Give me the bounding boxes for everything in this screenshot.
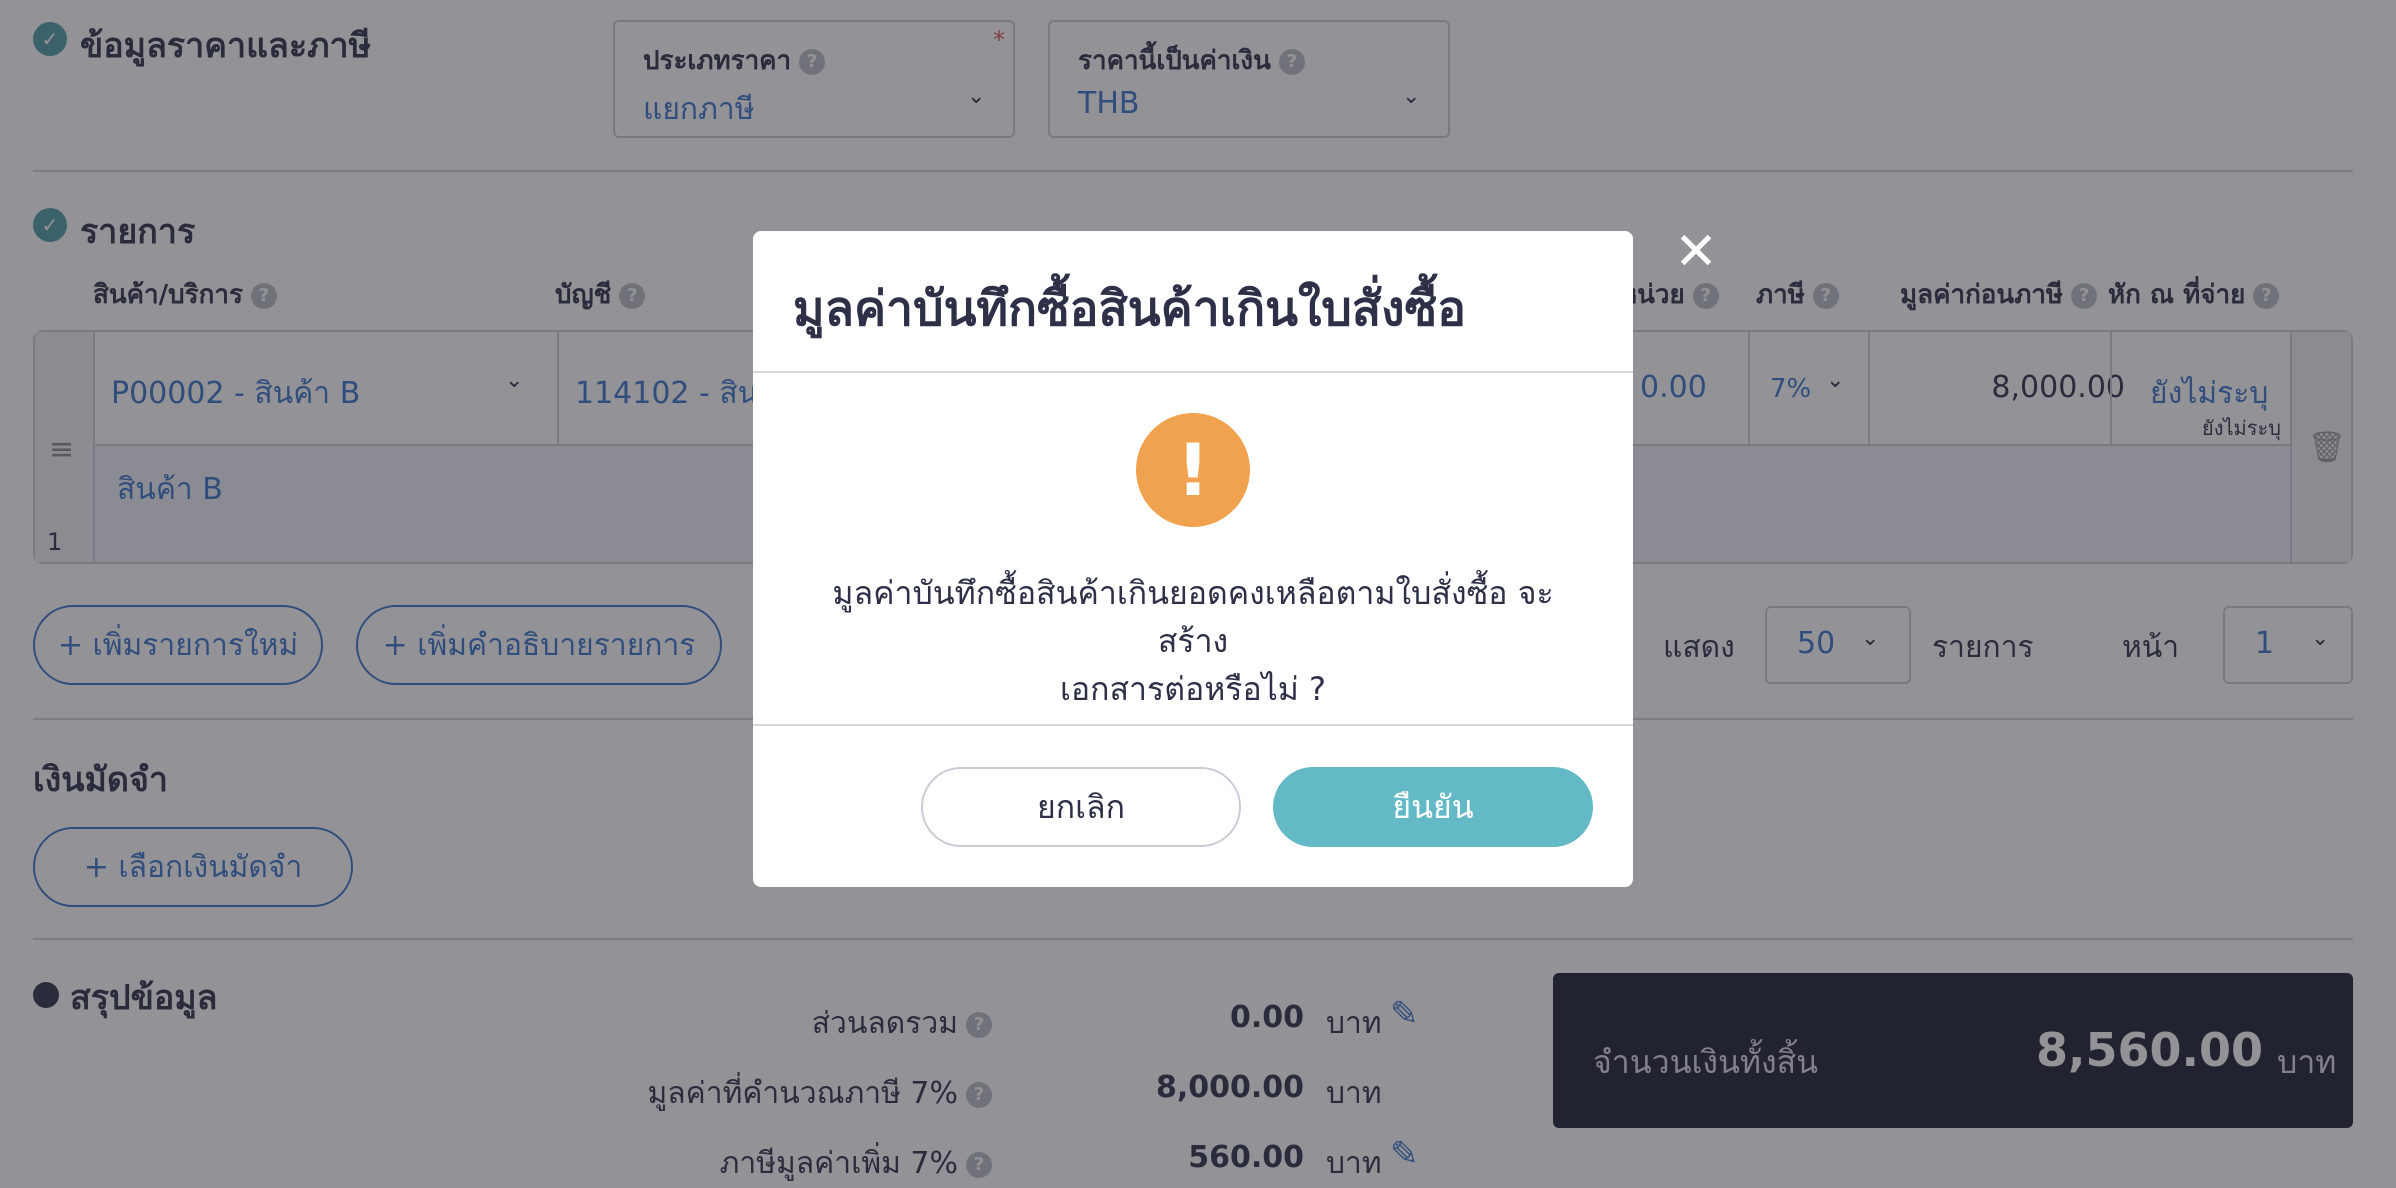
dialog-title: มูลค่าบันทึกซื้อสินค้าเกินใบสั่งซื้อ [793, 281, 1467, 337]
warning-icon: ! [1136, 413, 1250, 527]
divider [753, 371, 1633, 373]
close-icon[interactable]: ✕ [1672, 226, 1720, 278]
dialog-message: มูลค่าบันทึกซื้อสินค้าเกินยอดคงเหลือตามใ… [813, 569, 1573, 713]
dialog-message-line1: มูลค่าบันทึกซื้อสินค้าเกินยอดคงเหลือตามใ… [832, 574, 1554, 660]
dialog-message-line2: เอกสารต่อหรือไม่ ? [1059, 670, 1327, 708]
divider [753, 724, 1633, 726]
confirm-dialog: มูลค่าบันทึกซื้อสินค้าเกินใบสั่งซื้อ ! ม… [753, 231, 1633, 887]
confirm-button[interactable]: ยืนยัน [1273, 767, 1593, 847]
cancel-button[interactable]: ยกเลิก [921, 767, 1241, 847]
